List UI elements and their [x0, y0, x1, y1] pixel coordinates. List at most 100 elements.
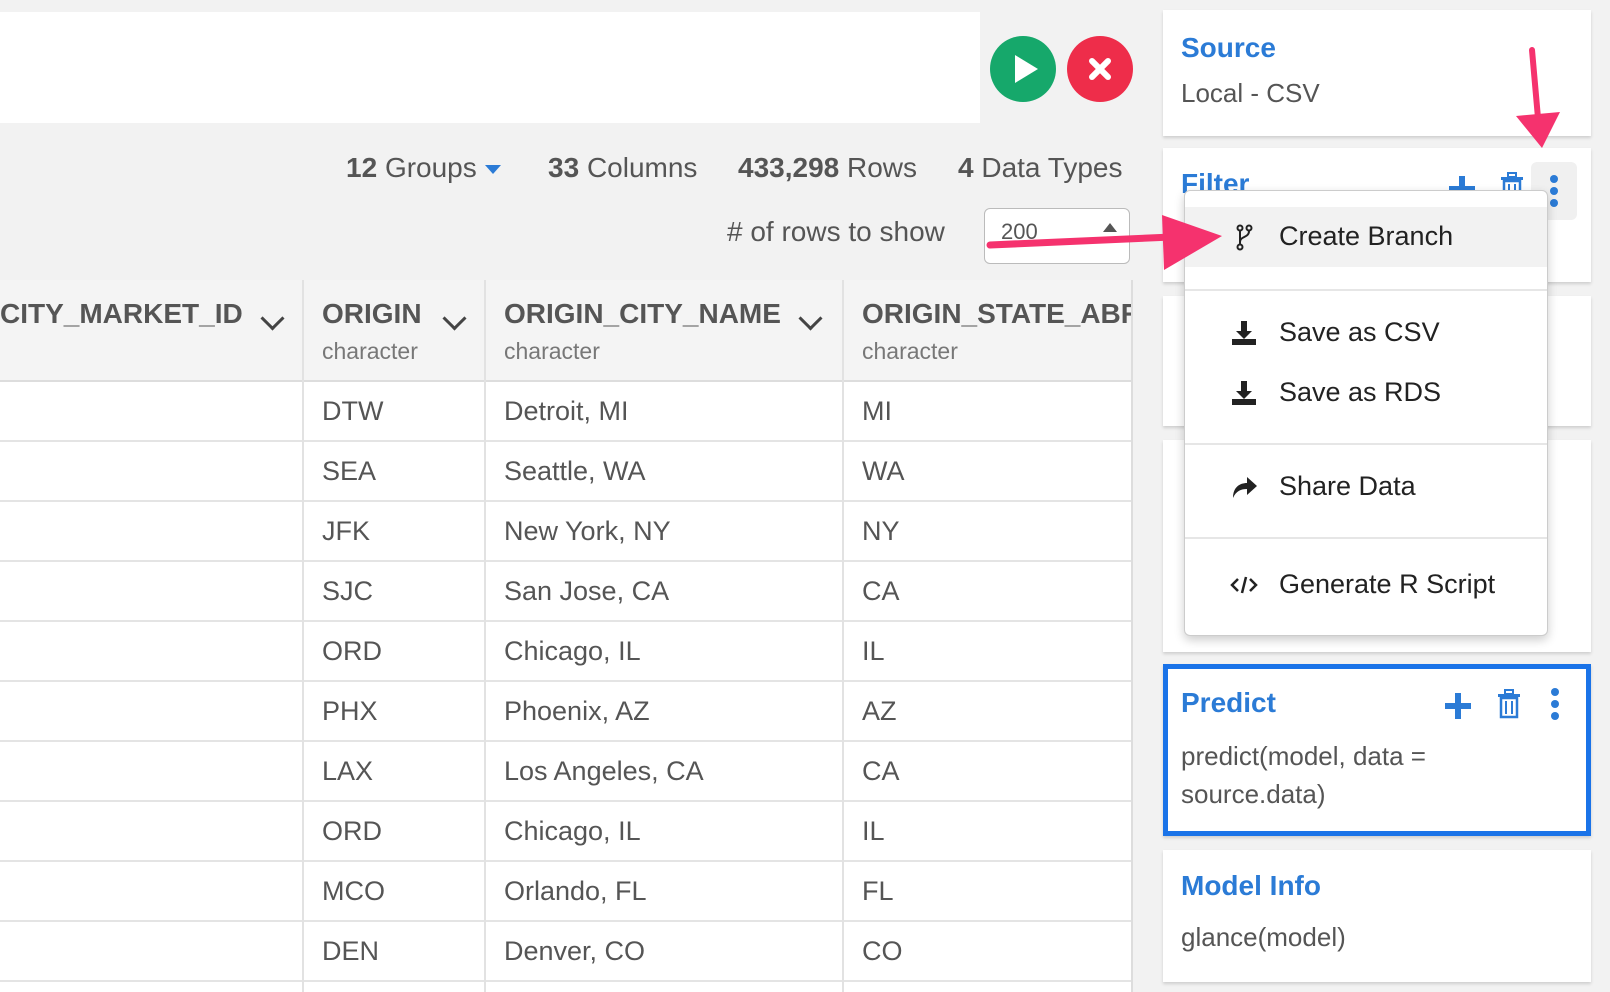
table-cell: New York, NY [504, 516, 671, 546]
plus-icon[interactable] [1441, 689, 1475, 723]
table-cell: Chicago, IL [504, 816, 641, 846]
rows-count: 433,298 [738, 152, 840, 183]
table-cell: SJC [322, 576, 374, 606]
command-editor[interactable] [0, 12, 980, 123]
table-cell: Chicago, IL [504, 636, 641, 666]
table-cell: Detroit, MI [504, 396, 629, 426]
step-body-source: Local - CSV [1181, 78, 1320, 108]
types-count: 4 [958, 152, 974, 183]
table-row: PHX Phoenix, AZ AZ [0, 682, 1133, 742]
column-name: ORIGIN [322, 298, 422, 329]
data-table: CITY_MARKET_ID ORIGIN character ORIGIN_C… [0, 280, 1133, 992]
table-cell: Orlando, FL [504, 876, 647, 906]
close-icon [1089, 58, 1111, 80]
column-type: character [322, 338, 418, 364]
rows-label: Rows [847, 152, 918, 183]
code-icon [1230, 576, 1258, 594]
table-cell: IL [862, 816, 885, 846]
rows-to-show-stepper[interactable]: 200 [984, 208, 1130, 264]
branch-icon [1236, 224, 1253, 251]
column-header-origin-state-abr[interactable]: ORIGIN_STATE_ABR character [842, 280, 1133, 382]
rows-summary: 433,298 Rows [738, 152, 917, 184]
table-cell: SEA [322, 456, 377, 486]
menu-item-create-branch[interactable]: Create Branch [1185, 207, 1547, 267]
play-icon [1015, 55, 1038, 83]
step-card-model-info[interactable]: Model Info glance(model) [1163, 850, 1591, 982]
columns-summary: 33 Columns [548, 152, 697, 184]
step-title-source: Source [1181, 32, 1276, 63]
predict-body-line: predict(model, data = [1181, 741, 1426, 771]
table-cell: DTW [322, 396, 384, 426]
chevron-down-icon[interactable] [798, 306, 823, 331]
download-icon [1232, 381, 1256, 405]
trash-icon[interactable] [1492, 687, 1526, 721]
table-row: DEN Denver, CO CO [0, 922, 1133, 982]
menu-item-label: Save as CSV [1279, 317, 1440, 347]
step-card-predict[interactable]: Predict predict(model, data = source.dat… [1163, 664, 1591, 836]
share-icon [1233, 477, 1257, 498]
menu-divider [1185, 289, 1547, 291]
rows-to-show-value: 200 [1001, 219, 1038, 244]
column-divider [302, 280, 304, 992]
menu-item-share-data[interactable]: Share Data [1185, 457, 1547, 517]
groups-summary[interactable]: 12 Groups [346, 152, 501, 184]
rows-to-show-label: # of rows to show [727, 216, 945, 247]
column-name: ORIGIN_CITY_NAME [504, 298, 781, 329]
column-divider [484, 280, 486, 992]
table-row: MCO Orlando, FL FL [0, 862, 1133, 922]
table-row: DTW Detroit, MI MI [0, 382, 1133, 442]
step-body-predict: predict(model, data = source.data) [1181, 737, 1426, 813]
table-cell: AZ [862, 696, 897, 726]
table-row: SEA Seattle, WA WA [0, 442, 1133, 502]
stepper-up-icon[interactable] [1103, 223, 1117, 232]
table-row: ORD Chicago, IL IL [0, 802, 1133, 862]
column-name: CITY_MARKET_ID [0, 298, 243, 329]
table-cell: Los Angeles, CA [504, 756, 704, 786]
columns-count: 33 [548, 152, 580, 183]
table-cell: JFK [322, 516, 371, 546]
table-cell: FL [862, 876, 894, 906]
columns-label: Columns [586, 152, 698, 183]
step-title-model-info: Model Info [1181, 870, 1321, 901]
table-cell: CA [862, 576, 900, 606]
table-cell: LAX [322, 756, 374, 786]
table-cell: PHX [322, 696, 378, 726]
column-name: ORIGIN_STATE_ABR [862, 298, 1133, 329]
column-header-origin-city-name[interactable]: ORIGIN_CITY_NAME character [484, 280, 842, 382]
table-cell: ORD [322, 636, 382, 666]
types-summary: 4 Data Types [958, 152, 1122, 184]
table-row: SJC San Jose, CA CA [0, 562, 1133, 622]
table-row: JFK New York, NY NY [0, 502, 1133, 562]
step-card-source[interactable]: Source Local - CSV [1163, 10, 1591, 136]
table-row: ORD Chicago, IL IL [0, 622, 1133, 682]
menu-item-label: Generate R Script [1279, 569, 1496, 599]
menu-item-generate-r-script[interactable]: Generate R Script [1185, 555, 1547, 615]
groups-label: Groups [384, 152, 477, 183]
table-row: LAX Los Angeles, CA CA [0, 742, 1133, 802]
step-body-model-info: glance(model) [1181, 922, 1346, 952]
chevron-down-icon[interactable] [260, 306, 285, 331]
table-cell: DEN [322, 936, 380, 966]
more-vertical-icon[interactable] [1538, 687, 1572, 721]
table-cell: MI [862, 396, 892, 426]
table-cell: ORD [322, 816, 382, 846]
groups-count: 12 [346, 152, 378, 183]
column-header-origin[interactable]: ORIGIN character [302, 280, 484, 382]
chevron-down-icon[interactable] [442, 306, 467, 331]
table-cell: WA [862, 456, 905, 486]
column-type: character [504, 338, 600, 364]
table-cell: IL [862, 636, 885, 666]
step-title-predict: Predict [1181, 687, 1276, 718]
menu-item-save-rds[interactable]: Save as RDS [1185, 363, 1547, 423]
menu-item-save-csv[interactable]: Save as CSV [1185, 303, 1547, 363]
menu-item-label: Create Branch [1279, 221, 1454, 251]
menu-divider [1185, 443, 1547, 445]
column-header-city-market-id[interactable]: CITY_MARKET_ID [0, 280, 302, 382]
types-label: Data Types [981, 152, 1123, 183]
table-cell: Denver, CO [504, 936, 646, 966]
run-button[interactable] [990, 36, 1056, 102]
cancel-button[interactable] [1067, 36, 1133, 102]
column-type: character [862, 338, 958, 364]
menu-divider [1185, 537, 1547, 539]
table-cell: NY [862, 516, 900, 546]
